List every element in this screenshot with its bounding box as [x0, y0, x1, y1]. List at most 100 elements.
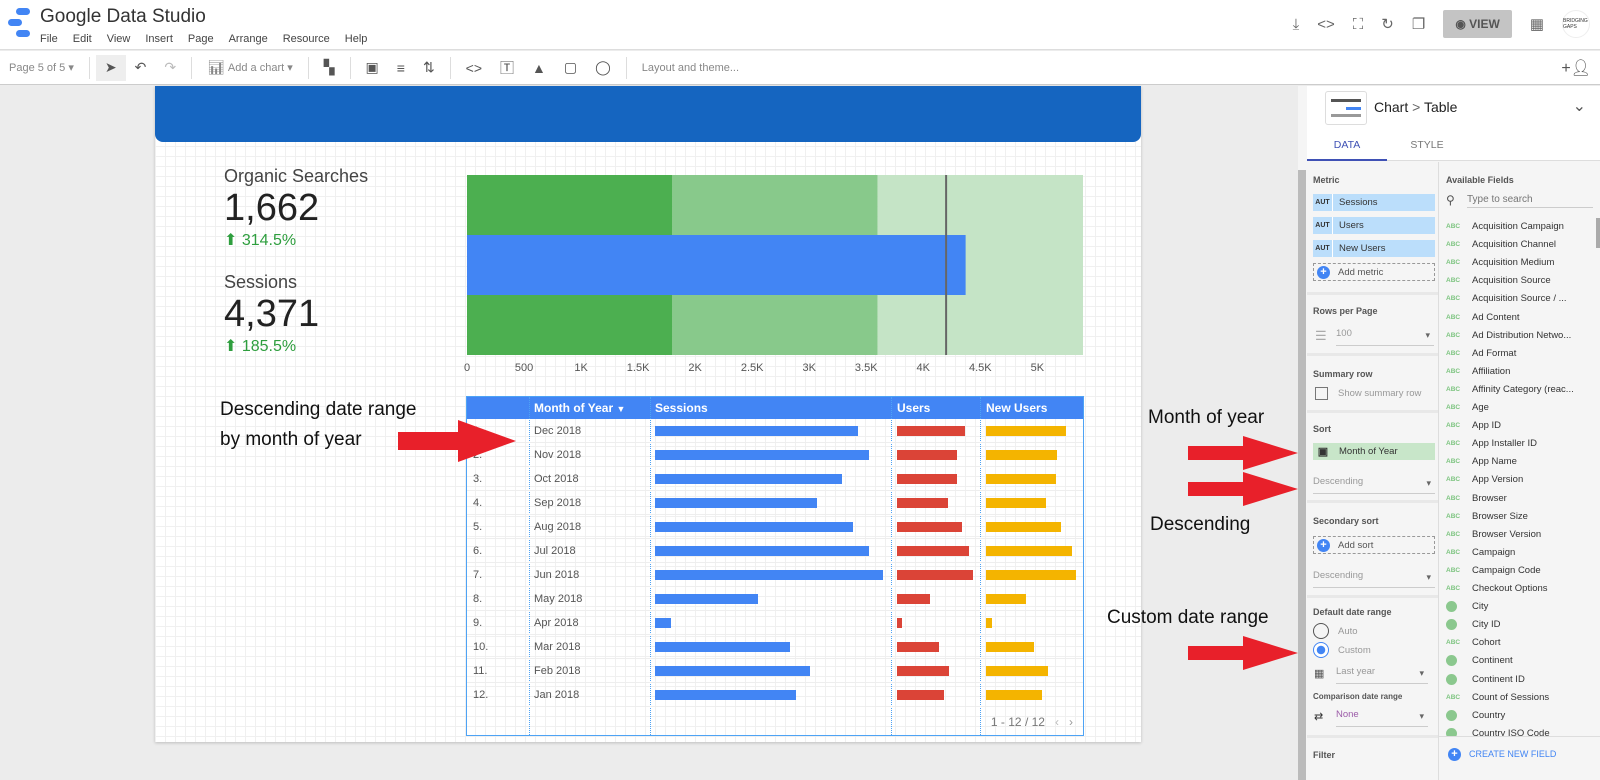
select-tool-icon[interactable]: ➤ — [95, 54, 126, 81]
comparison-date-select[interactable]: None — [1336, 709, 1428, 727]
field-item[interactable]: ABC Browser Size — [1446, 511, 1528, 522]
field-item[interactable]: ABC App ID — [1446, 420, 1501, 431]
bullet-value-bar[interactable] — [467, 235, 966, 295]
fullscreen-icon[interactable]: ⛶ — [1353, 16, 1364, 33]
field-item[interactable]: ABC App Version — [1446, 474, 1523, 485]
field-item[interactable]: ABC Count of Sessions — [1446, 692, 1549, 703]
date-range-select[interactable]: Last year — [1336, 666, 1428, 684]
image-icon[interactable]: ▲ — [523, 55, 555, 81]
field-item[interactable]: Continent ID — [1446, 673, 1525, 685]
summary-row-checkbox[interactable] — [1315, 387, 1328, 400]
field-item[interactable]: ABC Browser — [1446, 493, 1507, 504]
field-item[interactable]: ABC Campaign Code — [1446, 565, 1541, 576]
radio-custom[interactable] — [1313, 642, 1329, 658]
menu-resource[interactable]: Resource — [283, 33, 330, 45]
field-item[interactable]: ABC Ad Distribution Netwo... — [1446, 330, 1571, 341]
field-item[interactable]: ABC Age — [1446, 402, 1489, 413]
field-item[interactable]: ABC Affinity Category (reac... — [1446, 384, 1574, 395]
column-header-month[interactable]: Month of Year ▼ — [534, 401, 625, 415]
community-viz-icon[interactable]: ▚ — [315, 55, 344, 81]
field-item[interactable]: ABC Ad Content — [1446, 312, 1520, 323]
rows-per-page-select[interactable]: 100 — [1336, 328, 1434, 346]
sort-order-select[interactable]: Descending — [1313, 476, 1435, 494]
field-item[interactable]: ABC Cohort — [1446, 637, 1501, 648]
tab-data[interactable]: DATA — [1307, 130, 1387, 161]
table-row[interactable]: 1.Dec 2018 — [467, 419, 1083, 443]
data-control-icon[interactable]: ⇅ — [414, 55, 444, 81]
menu-help[interactable]: Help — [345, 33, 368, 45]
scorecard-organic[interactable]: Organic Searches 1,662 ⬆︎ 314.5% — [224, 166, 368, 250]
metric-sessions[interactable]: AUT Sessions — [1313, 194, 1435, 211]
table-chart[interactable]: Month of Year ▼ Sessions Users New Users… — [466, 396, 1084, 736]
sort-field[interactable]: ▣ Month of Year — [1313, 443, 1435, 460]
field-item[interactable]: City ID — [1446, 619, 1501, 631]
table-row[interactable]: 11. Feb 2018 — [467, 659, 1083, 683]
download-icon[interactable]: ⤓ — [1293, 16, 1300, 33]
menu-insert[interactable]: Insert — [145, 33, 173, 45]
field-item[interactable]: ABC Browser Version — [1446, 529, 1541, 540]
radio-auto[interactable] — [1313, 623, 1329, 639]
tab-style[interactable]: STYLE — [1387, 130, 1467, 161]
layout-theme-button[interactable]: Layout and theme... — [633, 55, 748, 81]
table-row[interactable]: 4. Sep 2018 — [467, 491, 1083, 515]
field-item[interactable]: ABC Acquisition Source / ... — [1446, 293, 1567, 304]
text-icon[interactable]: 🅃︎ — [491, 55, 523, 81]
fields-scrollbar[interactable] — [1596, 218, 1600, 248]
circle-icon[interactable]: ◯ — [586, 55, 620, 81]
rectangle-icon[interactable]: ▢ — [555, 55, 586, 81]
date-range-icon[interactable]: ▣ — [357, 55, 388, 81]
field-search-input[interactable] — [1467, 192, 1593, 208]
column-header-new-users[interactable]: New Users — [986, 401, 1047, 415]
share-add-person-icon[interactable]: +👤︎ — [1552, 55, 1600, 81]
field-item[interactable]: City — [1446, 601, 1488, 613]
chevron-down-icon[interactable]: ⌄ — [1573, 96, 1586, 116]
scorecard-sessions[interactable]: Sessions 4,371 ⬆︎ 185.5% — [224, 272, 319, 356]
menu-arrange[interactable]: Arrange — [229, 33, 268, 45]
apps-grid-icon[interactable]: ▦ — [1530, 15, 1544, 33]
field-item[interactable]: ABC Affiliation — [1446, 366, 1510, 377]
undo-icon[interactable]: ↶ — [126, 55, 156, 81]
panel-scrollbar[interactable] — [1298, 170, 1306, 780]
table-row[interactable]: 12. Jan 2018 — [467, 683, 1083, 707]
menu-view[interactable]: View — [107, 33, 131, 45]
url-embed-icon[interactable]: <> — [457, 55, 491, 81]
field-item[interactable]: ABC App Name — [1446, 456, 1517, 467]
column-header-sessions[interactable]: Sessions — [655, 401, 708, 415]
field-item[interactable]: ABC Acquisition Source — [1446, 275, 1551, 286]
page-selector[interactable]: Page 5 of 5 ▾ — [0, 55, 83, 81]
view-button[interactable]: ◉ VIEW — [1443, 10, 1512, 38]
menu-file[interactable]: File — [40, 33, 58, 45]
prev-page-icon[interactable]: ‹ — [1055, 715, 1059, 729]
column-header-users[interactable]: Users — [897, 401, 930, 415]
redo-icon[interactable]: ↷ — [155, 55, 185, 81]
create-new-field-button[interactable]: + CREATE NEW FIELD — [1439, 736, 1600, 780]
add-chart-button[interactable]: 📊︎ Add a chart ▾ — [198, 55, 302, 81]
next-page-icon[interactable]: › — [1069, 715, 1073, 729]
table-row[interactable]: 2. Nov 2018 — [467, 443, 1083, 467]
avatar[interactable]: BRIDGING GAPS — [1562, 10, 1590, 38]
metric-new-users[interactable]: AUT New Users — [1313, 240, 1435, 257]
field-item[interactable]: ABC Ad Format — [1446, 348, 1516, 359]
table-row[interactable]: 10. Mar 2018 — [467, 635, 1083, 659]
refresh-icon[interactable]: ↻ — [1381, 15, 1394, 33]
field-item[interactable]: Country — [1446, 709, 1505, 721]
field-item[interactable]: ABC Acquisition Campaign — [1446, 221, 1564, 232]
bullet-chart[interactable] — [467, 175, 1083, 355]
secondary-sort-order-select[interactable]: Descending — [1313, 570, 1435, 588]
field-item[interactable]: ABC Checkout Options — [1446, 583, 1548, 594]
table-row[interactable]: 3. Oct 2018 — [467, 467, 1083, 491]
field-item[interactable]: ABC Campaign — [1446, 547, 1515, 558]
table-row[interactable]: 6. Jul 2018 — [467, 539, 1083, 563]
table-row[interactable]: 7. Jun 2018 — [467, 563, 1083, 587]
menu-page[interactable]: Page — [188, 33, 214, 45]
metric-users[interactable]: AUT Users — [1313, 217, 1435, 234]
field-item[interactable]: ABC Acquisition Channel — [1446, 239, 1556, 250]
table-row[interactable]: 8. May 2018 — [467, 587, 1083, 611]
table-row[interactable]: 5. Aug 2018 — [467, 515, 1083, 539]
embed-icon[interactable]: <> — [1317, 16, 1335, 33]
add-metric-button[interactable]: + Add metric — [1313, 263, 1435, 281]
add-sort-button[interactable]: + Add sort — [1313, 536, 1435, 554]
field-item[interactable]: Continent — [1446, 655, 1513, 667]
filter-control-icon[interactable]: ≡ — [388, 55, 414, 81]
menu-edit[interactable]: Edit — [73, 33, 92, 45]
